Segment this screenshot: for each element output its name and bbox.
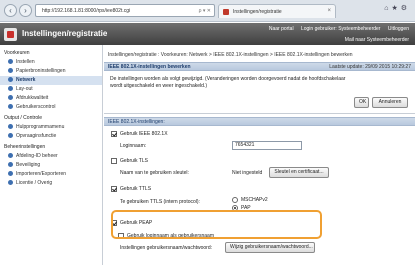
sidebar-item-label: Lay-out [16, 86, 33, 92]
bullet-icon [8, 162, 13, 167]
tls-label: Gebruik TLS [120, 158, 148, 164]
tab-title: Instellingen/registratie [233, 9, 282, 15]
sidebar-item-label: Gebruikerscontrol [16, 104, 56, 110]
sidebar-item-licentie[interactable]: Licentie / Overig [0, 179, 102, 188]
mail-admin-link[interactable]: Mail naar Systeembeheerder [345, 37, 409, 43]
tab-favicon-icon [223, 9, 229, 15]
bullet-icon [8, 104, 13, 109]
url-text: http://192.168.1.81:8000/rps/iee802t.cgi [42, 8, 131, 14]
sidebar: Voorkeuren Instellen Papierbroninstellin… [0, 45, 103, 265]
page-title: IEEE 802.1X-instellingen bewerken [108, 64, 191, 70]
tls-key-value: Niet ingesteld [232, 170, 263, 176]
use-ieee-label: Gebruik IEEE 802.1X [120, 131, 168, 137]
sidebar-item-afdeling-id[interactable]: Afdeling-ID beheer [0, 152, 102, 161]
tls-checkbox[interactable] [111, 158, 117, 164]
use-ieee-checkbox[interactable] [111, 131, 117, 137]
sidebar-item-label: Hulpprogrammamenu [16, 124, 65, 130]
login-name-label: Loginnaam: [120, 143, 147, 149]
tab-close-icon[interactable]: × [327, 8, 331, 14]
back-icon[interactable]: ‹ [4, 4, 17, 17]
sidebar-item-import-export[interactable]: Importeren/Exporteren [0, 170, 102, 179]
bullet-icon [8, 180, 13, 185]
browser-toolbar: ‹ › http://192.168.1.81:8000/rps/iee802t… [0, 0, 415, 22]
bullet-icon [8, 95, 13, 100]
sidebar-item-netwerk[interactable]: Netwerk [0, 76, 102, 85]
sidebar-item-label: Beveiliging [16, 162, 41, 168]
protocol-option-mschapv2: MSCHAPv2 [241, 197, 268, 203]
sidebar-section-beheer: Beheerinstellingen [4, 144, 46, 150]
sidebar-item-label: Licentie / Overig [16, 180, 53, 186]
sidebar-item-beveiliging[interactable]: Beveiliging [0, 161, 102, 170]
address-bar-icons[interactable]: ρ ▾ ✕ [199, 8, 211, 14]
ttls-protocol-label: Te gebruiken TTLS (intern protocol): [120, 199, 200, 205]
notice-text: De instellingen worden als volgt gewijzi… [110, 76, 346, 89]
bullet-icon [8, 68, 13, 73]
cancel-button[interactable]: Annuleren [372, 97, 408, 108]
section-header: IEEE 802.1X-instellingen bewerken Laatst… [104, 62, 415, 71]
header-links: Naar portal Login gebruiker: Systeembehe… [263, 26, 409, 32]
change-user-pass-button[interactable]: Wijzig gebruikersnaam/wachtwoord... [225, 242, 315, 253]
sidebar-item-hulpprogrammamenu[interactable]: Hulpprogrammamenu [0, 123, 102, 132]
bullet-icon [8, 124, 13, 129]
highlight-frame [111, 210, 322, 239]
key-cert-button[interactable]: Sleutel en certificaat... [269, 167, 329, 178]
login-name-input[interactable]: 7654321 [232, 141, 302, 150]
window-control-icons[interactable]: ⌂★⚙ [384, 4, 410, 12]
settings-title: IEEE 802.1X-instellingen: [108, 119, 165, 125]
sidebar-item-label: Instellen [16, 59, 35, 65]
sidebar-section-voorkeuren: Voorkeuren [4, 50, 30, 56]
sidebar-item-label: Opvraaginsfunctie [16, 133, 57, 139]
bullet-icon [8, 59, 13, 64]
bullet-icon [8, 133, 13, 138]
bullet-icon [8, 86, 13, 91]
sidebar-item-layout[interactable]: Lay-out [0, 85, 102, 94]
sidebar-item-instellen[interactable]: Instellen [0, 58, 102, 67]
browser-tab[interactable]: Instellingen/registratie × [218, 4, 336, 18]
sidebar-section-output: Output / Controle [4, 115, 43, 121]
app-title: Instellingen/registratie [22, 29, 108, 38]
settings-section-header: IEEE 802.1X-instellingen: [104, 117, 415, 126]
bullet-icon [8, 153, 13, 158]
sidebar-item-opvraag[interactable]: Opvraaginsfunctie [0, 132, 102, 141]
sidebar-item-gebruikerscontrol[interactable]: Gebruikerscontrol [0, 103, 102, 112]
login-user-text: Login gebruiker: Systeembeheerder [300, 26, 381, 32]
sidebar-item-afdrukkwaliteit[interactable]: Afdrukkwaliteit [0, 94, 102, 103]
app-logo-icon [4, 28, 17, 41]
protocol-radio-mschapv2[interactable] [232, 197, 238, 203]
user-pass-label: Instellingen gebruikersnaam/wachtwoord: [120, 245, 212, 251]
sidebar-item-label: Afdeling-ID beheer [16, 153, 58, 159]
ttls-label: Gebruik TTLS [120, 186, 152, 192]
sidebar-item-label: Papierbroninstellingen [16, 68, 66, 74]
bullet-icon [8, 77, 13, 82]
address-bar[interactable]: http://192.168.1.81:8000/rps/iee802t.cgi… [35, 4, 215, 17]
ttls-checkbox[interactable] [111, 186, 117, 192]
bullet-icon [8, 171, 13, 176]
logout-link[interactable]: Uitloggen [388, 26, 409, 32]
app-header: Instellingen/registratie Naar portal Log… [0, 23, 415, 45]
divider [104, 113, 415, 114]
portal-link[interactable]: Naar portal [269, 26, 294, 32]
forward-icon[interactable]: › [19, 4, 32, 17]
last-updated-text: Laatste update: 29/09 2015 10:29:27 [329, 64, 411, 70]
sidebar-item-label: Afdrukkwaliteit [16, 95, 49, 101]
sidebar-item-papierbron[interactable]: Papierbroninstellingen [0, 67, 102, 76]
sidebar-item-label: Netwerk [16, 77, 36, 83]
sidebar-item-label: Importeren/Exporteren [16, 171, 67, 177]
tls-key-label: Naam van te gebruiken sleutel: [120, 170, 189, 176]
ok-button[interactable]: OK [354, 97, 369, 108]
breadcrumb: Instellingen/registratie : Voorkeuren: N… [108, 52, 353, 58]
